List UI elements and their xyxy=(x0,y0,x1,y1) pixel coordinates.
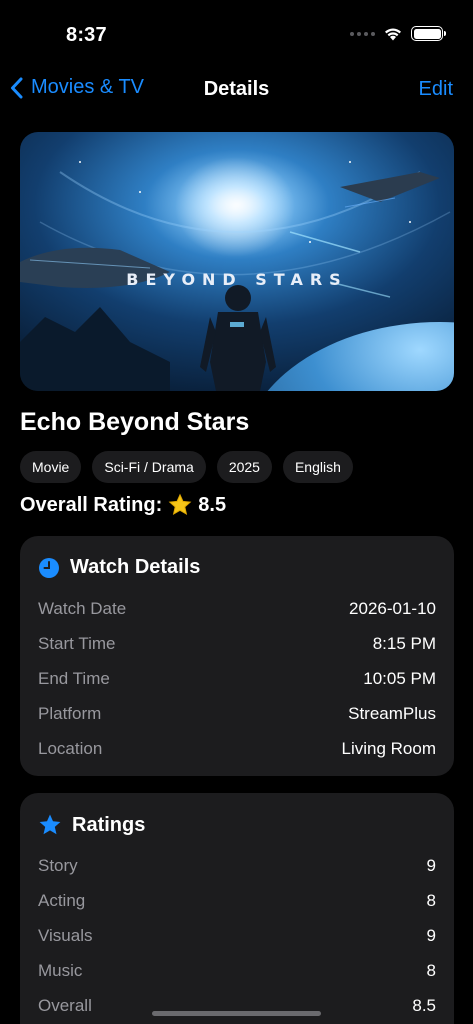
watch-details-header: Watch Details xyxy=(38,556,200,579)
page-title: Details xyxy=(203,78,270,100)
battery-icon xyxy=(411,26,446,41)
rating-row-acting: Acting 8 xyxy=(38,883,436,918)
tag-chip-type: Movie xyxy=(20,451,82,483)
back-button[interactable]: Movies & TV xyxy=(10,76,144,99)
rating-value: 9 xyxy=(426,855,436,875)
ratings-header: Ratings xyxy=(38,813,145,837)
ratings-heading: Ratings xyxy=(72,813,146,836)
rating-value: 9 xyxy=(426,925,436,945)
overall-rating-label: Overall Rating: xyxy=(20,493,163,516)
detail-row-start-time: Start Time 8:15 PM xyxy=(38,626,436,661)
movie-title: Echo Beyond Stars xyxy=(20,408,250,436)
detail-label: Location xyxy=(38,739,103,759)
rating-label: Visuals xyxy=(38,925,93,945)
detail-row-end-time: End Time 10:05 PM xyxy=(38,661,436,696)
movie-poster: BEYOND STARS xyxy=(20,132,454,391)
back-button-label: Movies & TV xyxy=(31,76,144,98)
rating-row-visuals: Visuals 9 xyxy=(38,918,436,953)
rating-row-overall: Overall 8.5 xyxy=(38,989,436,1024)
rating-label: Music xyxy=(38,961,83,981)
detail-row-platform: Platform StreamPlus xyxy=(38,697,436,732)
overall-rating: Overall Rating: 8.5 xyxy=(20,493,226,517)
rating-value: 8 xyxy=(426,961,436,981)
detail-label: Start Time xyxy=(38,633,116,653)
home-indicator[interactable] xyxy=(152,1011,321,1016)
rating-label: Story xyxy=(38,855,78,875)
navigation-bar: Movies & TV Details Edit xyxy=(0,70,473,110)
wifi-icon xyxy=(385,28,401,41)
tag-chip-genre: Sci-Fi / Drama xyxy=(92,451,206,483)
detail-value: Living Room xyxy=(341,739,437,759)
clock-icon xyxy=(39,557,59,578)
detail-label: Watch Date xyxy=(38,598,127,618)
rating-value: 8.5 xyxy=(412,996,436,1016)
tag-list: Movie Sci-Fi / Drama 2025 English xyxy=(20,451,353,483)
rating-row-story: Story 9 xyxy=(38,848,436,883)
overall-rating-value: 8.5 xyxy=(198,493,227,516)
detail-value: 8:15 PM xyxy=(372,633,436,653)
tag-chip-year: 2025 xyxy=(216,451,272,483)
watch-details-card: Watch Details Watch Date 2026-01-10 Star… xyxy=(20,536,454,776)
status-bar: 8:37 xyxy=(0,0,473,62)
ratings-card: Ratings Story 9 Acting 8 Visuals 9 Music… xyxy=(20,793,454,1024)
star-icon xyxy=(39,814,61,835)
detail-row-location: Location Living Room xyxy=(38,732,436,767)
watch-details-heading: Watch Details xyxy=(70,556,201,578)
detail-label: Platform xyxy=(38,704,102,724)
detail-value: StreamPlus xyxy=(348,704,436,724)
tag-chip-language: English xyxy=(282,451,353,483)
detail-row-watch-date: Watch Date 2026-01-10 xyxy=(38,591,436,626)
cellular-signal-icon xyxy=(350,31,375,36)
status-icons xyxy=(350,26,446,41)
edit-button[interactable]: Edit xyxy=(419,78,453,101)
status-time: 8:37 xyxy=(66,24,107,46)
poster-artwork xyxy=(20,132,454,391)
rating-value: 8 xyxy=(426,890,436,910)
poster-title-text: BEYOND STARS xyxy=(126,270,348,289)
detail-value: 2026-01-10 xyxy=(349,598,436,618)
star-emoji-icon xyxy=(168,493,192,517)
chevron-left-icon xyxy=(11,77,23,98)
rating-row-music: Music 8 xyxy=(38,954,436,989)
rating-label: Acting xyxy=(38,890,86,910)
detail-value: 10:05 PM xyxy=(363,668,436,688)
rating-label: Overall xyxy=(38,996,92,1016)
detail-label: End Time xyxy=(38,668,110,688)
